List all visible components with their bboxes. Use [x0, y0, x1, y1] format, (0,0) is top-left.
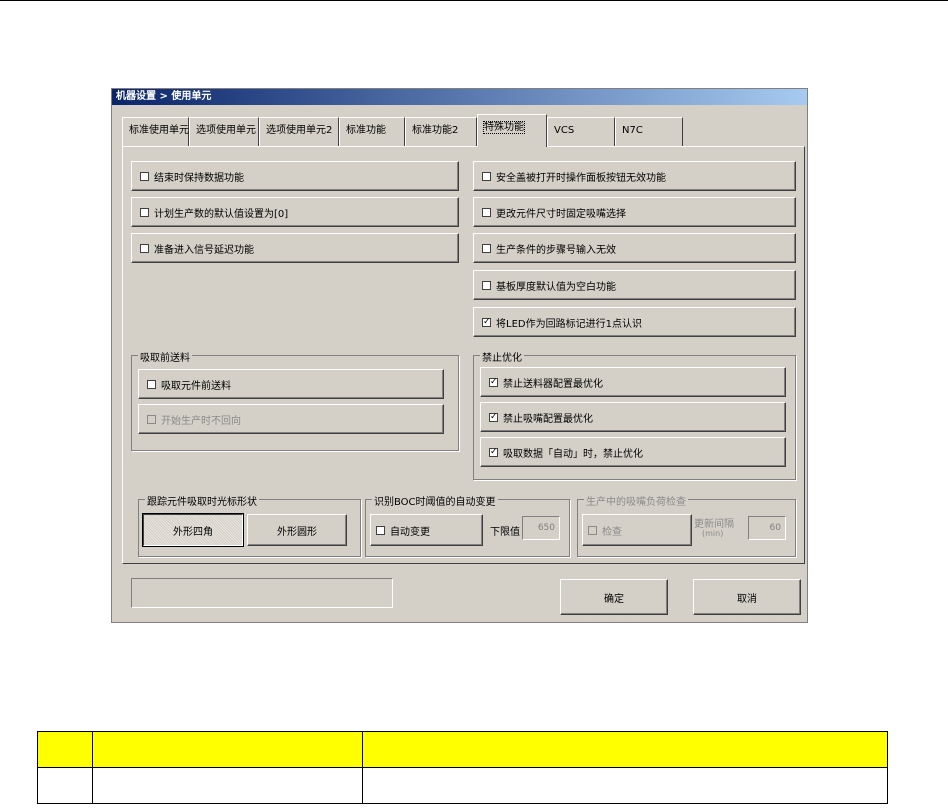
- group-label: 吸取前送料: [138, 349, 192, 364]
- option-label: 开始生产时不回向: [161, 415, 241, 427]
- checkbox[interactable]: [482, 243, 491, 253]
- table-header-cell: [92, 731, 363, 768]
- option-disable-feeder-optimization[interactable]: ✓ 禁止送料器配置最优化: [480, 367, 786, 397]
- group-label: 跟踪元件吸取时光标形状: [145, 493, 259, 508]
- nozzle-check-checkbox: 检查: [582, 514, 692, 546]
- option-label: 计划生产数的默认值设置为[0]: [154, 208, 289, 220]
- ok-button[interactable]: 确定: [560, 579, 668, 615]
- checkbox[interactable]: [376, 525, 385, 535]
- tab-label: 标准使用单元: [129, 125, 189, 136]
- tab-n7c[interactable]: N7C: [615, 117, 683, 146]
- group-label: 生产中的吸嘴负荷检查: [584, 493, 688, 508]
- option-label: 安全盖被打开时操作面板按钮无效功能: [496, 172, 666, 184]
- tab-label: 选项使用单元2: [266, 125, 333, 136]
- table-cell: [37, 767, 93, 804]
- checkbox: [147, 414, 156, 424]
- checkbox[interactable]: [482, 171, 491, 181]
- tab-label: 特殊功能: [483, 121, 525, 134]
- window-title: 机器设置 > 使用单元: [112, 89, 807, 105]
- update-interval-label: 更新间隔: [694, 519, 734, 530]
- option-label: 准备进入信号延迟功能: [154, 244, 254, 256]
- update-interval-field: 60: [748, 516, 786, 540]
- option-disable-nozzle-optimization[interactable]: ✓ 禁止吸嘴配置最优化: [480, 402, 786, 432]
- tab-label: 标准功能: [346, 125, 386, 136]
- tab-vcs[interactable]: VCS: [547, 117, 615, 146]
- table-header-cell: [37, 731, 93, 768]
- table-cell: [362, 767, 888, 804]
- table-row: [37, 767, 888, 804]
- group-label: 禁止优化: [480, 349, 524, 364]
- checkbox[interactable]: [482, 207, 491, 217]
- table-header-cell: [362, 731, 888, 768]
- option-label: 自动变更: [390, 526, 430, 538]
- option-label: 吸取元件前送料: [161, 380, 231, 392]
- page-top-rule: [0, 0, 948, 1]
- option-label: 更改元件尺寸时固定吸嘴选择: [496, 208, 626, 220]
- tab-label: VCS: [554, 125, 575, 136]
- table-cell: [92, 767, 363, 804]
- checkbox[interactable]: [147, 379, 156, 389]
- option-label: 吸取数据「自动」时，禁止优化: [503, 448, 643, 460]
- table-header-row: [37, 731, 888, 768]
- cursor-circle-button[interactable]: 外形圆形: [247, 514, 347, 546]
- option-no-return-on-start: 开始生产时不回向: [138, 404, 444, 434]
- option-ready-signal-delay[interactable]: 准备进入信号延迟功能: [131, 233, 459, 263]
- checkbox: [588, 525, 597, 535]
- update-interval-unit: (min): [702, 529, 724, 538]
- option-disable-optimization-auto-pickup[interactable]: ✓ 吸取数据「自动」时，禁止优化: [480, 437, 786, 467]
- tab-option-units-2[interactable]: 选项使用单元2: [259, 117, 339, 146]
- checkbox[interactable]: [482, 280, 491, 290]
- checkbox[interactable]: ✓: [489, 447, 498, 457]
- checkbox[interactable]: ✓: [482, 317, 491, 327]
- description-table: [37, 731, 888, 804]
- option-label: 检查: [602, 526, 622, 538]
- auto-change-checkbox[interactable]: 自动变更: [370, 514, 483, 546]
- tab-special-functions[interactable]: 特殊功能: [477, 114, 547, 147]
- special-functions-panel: 结束时保持数据功能 计划生产数的默认值设置为[0] 准备进入信号延迟功能 安全盖…: [122, 146, 805, 564]
- option-feed-before-pickup[interactable]: 吸取元件前送料: [138, 369, 444, 399]
- tab-standard-functions[interactable]: 标准功能: [339, 117, 405, 146]
- nozzle-load-check-group: 生产中的吸嘴负荷检查 检查 更新间隔 (min) 60: [577, 493, 796, 557]
- cancel-button[interactable]: 取消: [693, 579, 801, 615]
- tab-label: 选项使用单元: [196, 125, 256, 136]
- option-keep-data-on-end[interactable]: 结束时保持数据功能: [131, 161, 459, 191]
- lower-limit-field: 650: [522, 516, 560, 540]
- boc-threshold-group: 识别BOC时阈值的自动变更 自动变更 下限值 650: [365, 493, 570, 557]
- option-step-number-input-disabled[interactable]: 生产条件的步骤号输入无效: [473, 233, 796, 263]
- checkbox[interactable]: [140, 243, 149, 253]
- status-field: [131, 578, 393, 608]
- option-label: 禁止吸嘴配置最优化: [503, 413, 593, 425]
- option-safety-cover-disable-panel[interactable]: 安全盖被打开时操作面板按钮无效功能: [473, 161, 796, 191]
- tab-option-units[interactable]: 选项使用单元: [189, 117, 259, 146]
- cursor-shape-group: 跟踪元件吸取时光标形状 外形四角 外形圆形: [138, 493, 361, 557]
- cursor-rect-button[interactable]: 外形四角: [142, 513, 244, 547]
- option-label: 将LED作为回路标记进行1点认识: [496, 318, 642, 330]
- tab-label: N7C: [622, 125, 643, 136]
- checkbox[interactable]: ✓: [489, 377, 498, 387]
- checkbox[interactable]: ✓: [489, 412, 498, 422]
- option-fix-nozzle-on-size-change[interactable]: 更改元件尺寸时固定吸嘴选择: [473, 197, 796, 227]
- option-led-circuit-mark-recognition[interactable]: ✓ 将LED作为回路标记进行1点认识: [473, 307, 796, 337]
- group-label: 识别BOC时阈值的自动变更: [372, 493, 498, 508]
- checkbox[interactable]: [140, 207, 149, 217]
- feed-before-pickup-group: 吸取前送料 吸取元件前送料 开始生产时不回向: [131, 349, 459, 451]
- tab-standard-functions-2[interactable]: 标准功能2: [405, 117, 477, 146]
- option-label: 生产条件的步骤号输入无效: [496, 244, 616, 256]
- option-label: 基板厚度默认值为空白功能: [496, 281, 616, 293]
- machine-settings-dialog: 机器设置 > 使用单元 标准使用单元 选项使用单元 选项使用单元2 标准功能 标…: [111, 88, 808, 623]
- tab-label: 标准功能2: [412, 125, 459, 136]
- lower-limit-label: 下限值: [490, 527, 520, 538]
- tab-standard-units[interactable]: 标准使用单元: [122, 117, 189, 146]
- checkbox[interactable]: [140, 171, 149, 181]
- option-board-thickness-blank-default[interactable]: 基板厚度默认值为空白功能: [473, 270, 796, 300]
- option-label: 禁止送料器配置最优化: [503, 378, 603, 390]
- disable-optimization-group: 禁止优化 ✓ 禁止送料器配置最优化 ✓ 禁止吸嘴配置最优化 ✓ 吸取数据「自动」时，禁…: [473, 349, 796, 480]
- option-label: 结束时保持数据功能: [154, 172, 244, 184]
- option-plan-count-default-zero[interactable]: 计划生产数的默认值设置为[0]: [131, 197, 459, 227]
